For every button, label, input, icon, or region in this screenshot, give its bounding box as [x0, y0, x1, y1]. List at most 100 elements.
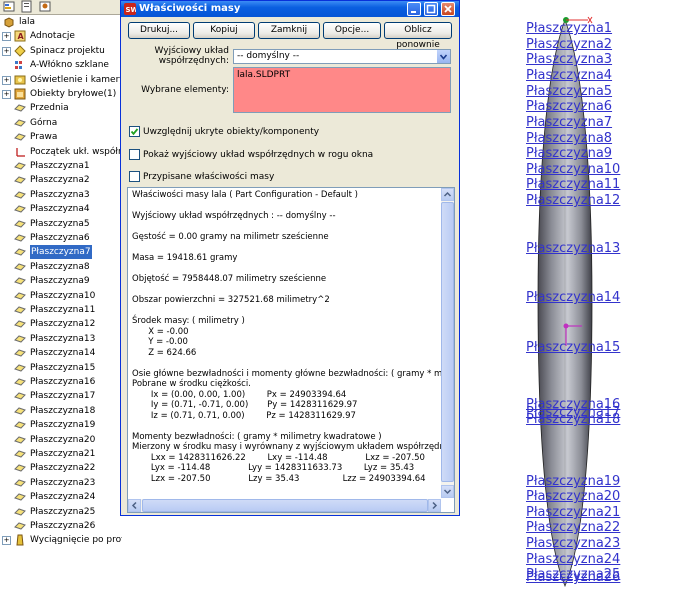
- tree-item[interactable]: + Obiekty bryłowe(1): [0, 87, 122, 101]
- tree-item[interactable]: Płaszczyzna19: [0, 418, 122, 432]
- plane-label[interactable]: Płaszczyzna22: [526, 521, 620, 535]
- recalculate-button[interactable]: Oblicz ponownie: [384, 22, 452, 50]
- tree-item[interactable]: Płaszczyzna16: [0, 375, 122, 389]
- tree-item[interactable]: Płaszczyzna4: [0, 202, 122, 216]
- results-text-area[interactable]: Właściwości masy lala ( Part Configurati…: [127, 187, 455, 513]
- tree-item[interactable]: + Spinacz projektu: [0, 44, 122, 58]
- feature-manager-icon[interactable]: [2, 0, 16, 13]
- selected-items-list[interactable]: lala.SLDPRT: [233, 67, 451, 113]
- expand-icon[interactable]: +: [2, 32, 11, 42]
- plane-label[interactable]: Płaszczyzna6: [526, 100, 612, 114]
- tree-item[interactable]: Płaszczyzna22: [0, 461, 122, 475]
- tree-item[interactable]: Przednia: [0, 101, 122, 115]
- tree-item-label: lala: [19, 17, 36, 27]
- tree-item[interactable]: + Oświetlenie i kamery: [0, 73, 122, 87]
- tree-item[interactable]: Płaszczyzna7: [0, 245, 122, 260]
- expand-icon[interactable]: +: [2, 536, 11, 546]
- plane-label[interactable]: Płaszczyzna20: [526, 490, 620, 504]
- plane-icon: [14, 390, 26, 402]
- plane-label[interactable]: Płaszczyzna21: [526, 506, 620, 520]
- scroll-up-icon[interactable]: [441, 188, 454, 201]
- plane-label[interactable]: Płaszczyzna9: [526, 147, 612, 161]
- expand-icon[interactable]: +: [2, 46, 11, 56]
- horizontal-scrollbar[interactable]: [128, 499, 441, 512]
- selected-item[interactable]: lala.SLDPRT: [237, 70, 290, 81]
- horizontal-scroll-thumb[interactable]: [142, 499, 428, 512]
- plane-label[interactable]: Płaszczyzna4: [526, 69, 612, 83]
- tree-item[interactable]: Początek ukł. współrzę: [0, 145, 122, 159]
- configuration-manager-icon[interactable]: [38, 0, 52, 13]
- graphics-area[interactable]: Płaszczyzna1 Płaszczyzna2 Płaszczyzna3 Płas…: [462, 0, 682, 600]
- plane-label[interactable]: Płaszczyzna12: [526, 194, 620, 208]
- vertical-scrollbar[interactable]: [441, 188, 454, 498]
- close-window-button[interactable]: [441, 2, 455, 16]
- maximize-button[interactable]: [424, 2, 438, 16]
- tree-item-label: Płaszczyzna7: [30, 245, 92, 260]
- checkbox-unchecked[interactable]: [129, 171, 140, 182]
- tree-item[interactable]: Płaszczyzna10: [0, 289, 122, 303]
- plane-label[interactable]: Płaszczyzna10: [526, 163, 620, 177]
- tree-item[interactable]: + Wyciągnięcie po profilach1: [0, 533, 122, 547]
- tree-item[interactable]: Płaszczyzna20: [0, 433, 122, 447]
- title-bar[interactable]: SW Właściwości masy: [121, 1, 459, 17]
- tree-item[interactable]: Płaszczyzna11: [0, 303, 122, 317]
- tree-item[interactable]: Płaszczyzna13: [0, 332, 122, 346]
- plane-label[interactable]: Płaszczyzna8: [526, 132, 612, 146]
- tree-item[interactable]: Płaszczyzna1: [0, 159, 122, 173]
- plane-label[interactable]: Płaszczyzna23: [526, 537, 620, 551]
- tree-item-label: A-Włókno szklane: [30, 60, 109, 71]
- vertical-scroll-thumb[interactable]: [441, 202, 454, 482]
- tree-item[interactable]: Płaszczyzna23: [0, 476, 122, 490]
- plane-label[interactable]: Płaszczyzna5: [526, 85, 612, 99]
- tree-item[interactable]: Płaszczyzna14: [0, 346, 122, 360]
- tree-item[interactable]: Płaszczyzna3: [0, 188, 122, 202]
- tree-item[interactable]: Płaszczyzna9: [0, 274, 122, 288]
- plane-label[interactable]: Płaszczyzna19: [526, 475, 620, 489]
- tree-item[interactable]: Płaszczyzna5: [0, 217, 122, 231]
- checkbox-unchecked[interactable]: [129, 149, 140, 160]
- plane-label[interactable]: Płaszczyzna7: [526, 116, 612, 130]
- minimize-button[interactable]: [407, 2, 421, 16]
- part-icon: [3, 16, 15, 28]
- tree-item[interactable]: + A Adnotacje: [0, 29, 122, 43]
- tree-item[interactable]: -lala: [0, 15, 122, 29]
- plane-label[interactable]: Płaszczyzna14: [526, 291, 620, 305]
- tree-item[interactable]: Płaszczyzna12: [0, 317, 122, 331]
- plane-label[interactable]: Płaszczyzna15: [526, 341, 620, 355]
- tree-item[interactable]: Płaszczyzna2: [0, 173, 122, 187]
- property-manager-icon[interactable]: [20, 0, 34, 13]
- plane-label[interactable]: Płaszczyzna11: [526, 178, 620, 192]
- tree-item[interactable]: Płaszczyzna18: [0, 404, 122, 418]
- plane-label[interactable]: Płaszczyzna13: [526, 242, 620, 256]
- tree-item[interactable]: Płaszczyzna6: [0, 231, 122, 245]
- expand-icon[interactable]: +: [2, 75, 11, 85]
- tree-item[interactable]: Płaszczyzna17: [0, 389, 122, 403]
- plane-label[interactable]: Płaszczyzna2: [526, 38, 612, 52]
- options-button[interactable]: Opcje...: [323, 22, 381, 39]
- plane-label[interactable]: Płaszczyzna1: [526, 22, 612, 36]
- tree-item[interactable]: Płaszczyzna15: [0, 361, 122, 375]
- tree-item[interactable]: Płaszczyzna25: [0, 505, 122, 519]
- plane-icon: [14, 462, 26, 474]
- tree-item[interactable]: Płaszczyzna8: [0, 260, 122, 274]
- expand-icon[interactable]: +: [2, 90, 11, 99]
- chevron-down-icon[interactable]: [437, 50, 450, 63]
- copy-button[interactable]: Kopiuj: [193, 22, 255, 39]
- tree-item[interactable]: Płaszczyzna24: [0, 490, 122, 504]
- scroll-left-icon[interactable]: [128, 499, 141, 512]
- tree-item[interactable]: Płaszczyzna26: [0, 519, 122, 533]
- close-button[interactable]: Zamknij: [258, 22, 320, 39]
- scroll-down-icon[interactable]: [441, 485, 454, 498]
- tree-item[interactable]: Prawa: [0, 130, 122, 144]
- plane-label[interactable]: Płaszczyzna3: [526, 53, 612, 67]
- tree-item[interactable]: Płaszczyzna21: [0, 447, 122, 461]
- scroll-right-icon[interactable]: [428, 499, 441, 512]
- plane-label[interactable]: Płaszczyzna26: [526, 571, 620, 585]
- coord-system-select[interactable]: -- domyślny --: [233, 49, 451, 64]
- tree-item[interactable]: A-Włókno szklane: [0, 58, 122, 72]
- plane-label[interactable]: Płaszczyzna18: [526, 413, 620, 427]
- plane-label[interactable]: Płaszczyzna24: [526, 553, 620, 567]
- tree-item[interactable]: Górna: [0, 116, 122, 130]
- checkbox-checked[interactable]: [129, 126, 140, 137]
- print-button[interactable]: Drukuj...: [128, 22, 190, 39]
